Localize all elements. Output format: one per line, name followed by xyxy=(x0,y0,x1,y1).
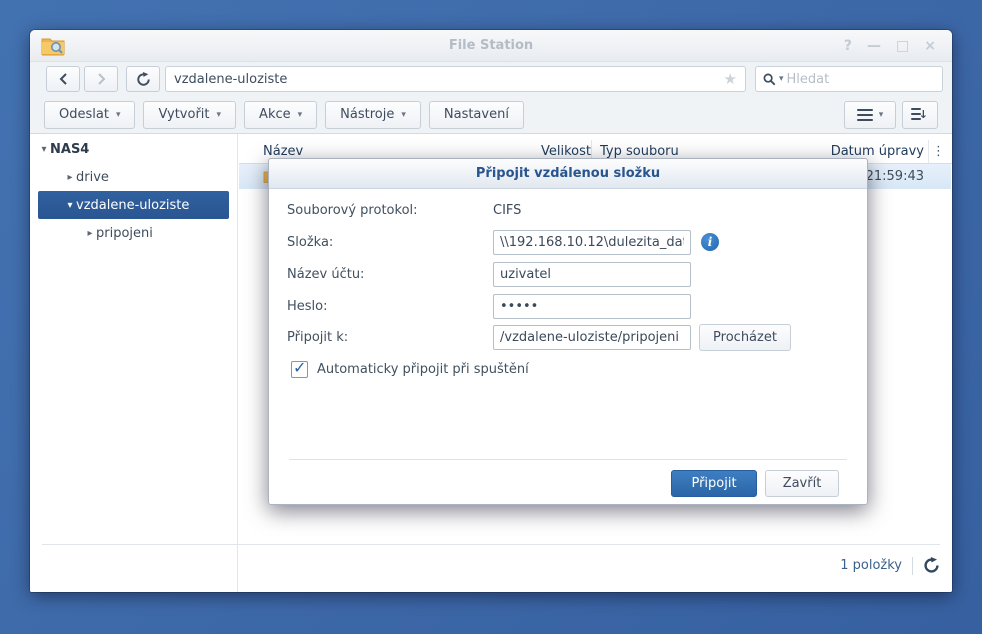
back-button[interactable] xyxy=(46,66,80,92)
mount-path-input[interactable] xyxy=(493,325,691,350)
maximize-button[interactable]: □ xyxy=(896,39,909,53)
settings-button[interactable]: Nastavení xyxy=(429,101,524,129)
close-window-button[interactable]: × xyxy=(924,39,936,53)
tree-item-label: pripojeni xyxy=(96,226,153,241)
refresh-list-button[interactable] xyxy=(923,557,940,574)
sort-button[interactable]: ↓ xyxy=(902,101,938,129)
sidebar-item-pripojeni[interactable]: ▸ pripojeni xyxy=(30,219,237,247)
view-mode-button[interactable]: ▾ xyxy=(844,101,896,129)
list-view-icon xyxy=(857,109,873,121)
search-icon xyxy=(763,73,776,86)
account-row: Název účtu: xyxy=(269,261,867,287)
chevron-left-icon xyxy=(59,73,68,85)
minimize-button[interactable]: — xyxy=(867,39,881,53)
chevron-down-icon[interactable]: ▾ xyxy=(38,144,50,155)
checkmark-icon: ✓ xyxy=(293,358,306,377)
settings-button-label: Nastavení xyxy=(444,107,509,122)
autoconnect-checkbox[interactable]: ✓ xyxy=(291,361,308,378)
window-controls: ? — □ × xyxy=(844,39,936,53)
tree-item-label: NAS4 xyxy=(50,142,89,157)
browse-button[interactable]: Procházet xyxy=(699,324,791,351)
item-count: 1 položky xyxy=(840,558,902,573)
folder-row: Složka: i xyxy=(269,229,867,255)
search-box[interactable]: ▾ xyxy=(755,66,943,92)
desktop-background: { "window": { "title": "File Station", "… xyxy=(0,0,982,634)
autoconnect-row: ✓ Automaticky připojit při spuštění xyxy=(269,356,867,382)
connect-button[interactable]: Připojit xyxy=(671,470,757,497)
tree-item-label: drive xyxy=(76,170,109,185)
upload-button[interactable]: Odeslat ▾ xyxy=(44,101,135,129)
search-input[interactable] xyxy=(787,72,935,87)
navigation-bar: ★ ▾ xyxy=(30,62,952,96)
chevron-down-icon: ▾ xyxy=(401,110,406,120)
chevron-down-icon: ▾ xyxy=(879,110,884,120)
sidebar-item-vzdalene-uloziste[interactable]: ▾ vzdalene-uloziste xyxy=(38,191,229,219)
column-header-size[interactable]: Velikost xyxy=(529,144,591,159)
titlebar: File Station ? — □ × xyxy=(30,30,952,62)
account-label: Název účtu: xyxy=(287,267,364,282)
create-button[interactable]: Vytvořit ▾ xyxy=(143,101,236,129)
password-row: Heslo: xyxy=(269,293,867,319)
dialog-title: Připojit vzdálenou složku xyxy=(269,159,867,189)
mount-row: Připojit k: Procházet xyxy=(269,324,867,350)
chevron-right-icon xyxy=(97,73,106,85)
chevron-down-icon: ▾ xyxy=(217,110,222,120)
view-controls: ▾ ↓ xyxy=(844,101,938,129)
status-bar: 1 položky xyxy=(42,544,940,584)
search-options-caret-icon[interactable]: ▾ xyxy=(779,74,784,84)
info-icon[interactable]: i xyxy=(701,233,719,251)
dialog-footer-divider xyxy=(289,459,847,460)
toolbar: Odeslat ▾ Vytvořit ▾ Akce ▾ Nástroje ▾ N… xyxy=(30,96,952,134)
autoconnect-label: Automaticky připojit při spuštění xyxy=(317,362,529,377)
mount-remote-folder-dialog: Připojit vzdálenou složku Souborový prot… xyxy=(268,158,868,505)
window-title: File Station xyxy=(30,38,952,53)
protocol-row: Souborový protokol: CIFS xyxy=(269,197,867,223)
action-button-label: Akce xyxy=(259,107,291,122)
refresh-icon xyxy=(136,72,151,87)
refresh-button[interactable] xyxy=(126,66,160,92)
password-input[interactable] xyxy=(493,294,691,319)
chevron-right-icon[interactable]: ▸ xyxy=(84,228,96,239)
sort-descending-icon: ↓ xyxy=(911,108,929,122)
protocol-label: Souborový protokol: xyxy=(287,203,418,218)
chevron-right-icon[interactable]: ▸ xyxy=(64,172,76,183)
password-label: Heslo: xyxy=(287,299,328,314)
mount-label: Připojit k: xyxy=(287,330,348,345)
tools-button[interactable]: Nástroje ▾ xyxy=(325,101,421,129)
path-input[interactable] xyxy=(174,72,724,87)
upload-button-label: Odeslat xyxy=(59,107,109,122)
chevron-down-icon: ▾ xyxy=(116,110,121,120)
tools-button-label: Nástroje xyxy=(340,107,394,122)
create-button-label: Vytvořit xyxy=(158,107,209,122)
path-field[interactable]: ★ xyxy=(165,66,746,92)
favorite-star-icon[interactable]: ★ xyxy=(724,70,737,88)
action-button[interactable]: Akce ▾ xyxy=(244,101,317,129)
refresh-icon xyxy=(923,557,940,574)
chevron-down-icon: ▾ xyxy=(298,110,303,120)
file-station-app-icon xyxy=(41,36,65,56)
status-divider xyxy=(912,557,913,575)
tree-item-label: vzdalene-uloziste xyxy=(76,198,189,213)
column-menu-icon[interactable]: ⋮ xyxy=(928,140,948,163)
column-header-modified[interactable]: Datum úpravy xyxy=(746,144,928,159)
folder-label: Složka: xyxy=(287,235,333,250)
folder-tree-sidebar: ▾ NAS4 ▸ drive ▾ vzdalene-uloziste ▸ pri… xyxy=(30,134,238,592)
sidebar-item-nas4[interactable]: ▾ NAS4 xyxy=(30,135,237,163)
forward-button[interactable] xyxy=(84,66,118,92)
folder-input[interactable] xyxy=(493,230,691,255)
sidebar-item-drive[interactable]: ▸ drive xyxy=(30,163,237,191)
protocol-value: CIFS xyxy=(493,203,521,218)
account-input[interactable] xyxy=(493,262,691,287)
close-dialog-button[interactable]: Zavřít xyxy=(765,470,839,497)
help-button[interactable]: ? xyxy=(844,39,852,53)
chevron-down-icon[interactable]: ▾ xyxy=(64,200,76,211)
column-header-name[interactable]: Název xyxy=(239,144,529,159)
